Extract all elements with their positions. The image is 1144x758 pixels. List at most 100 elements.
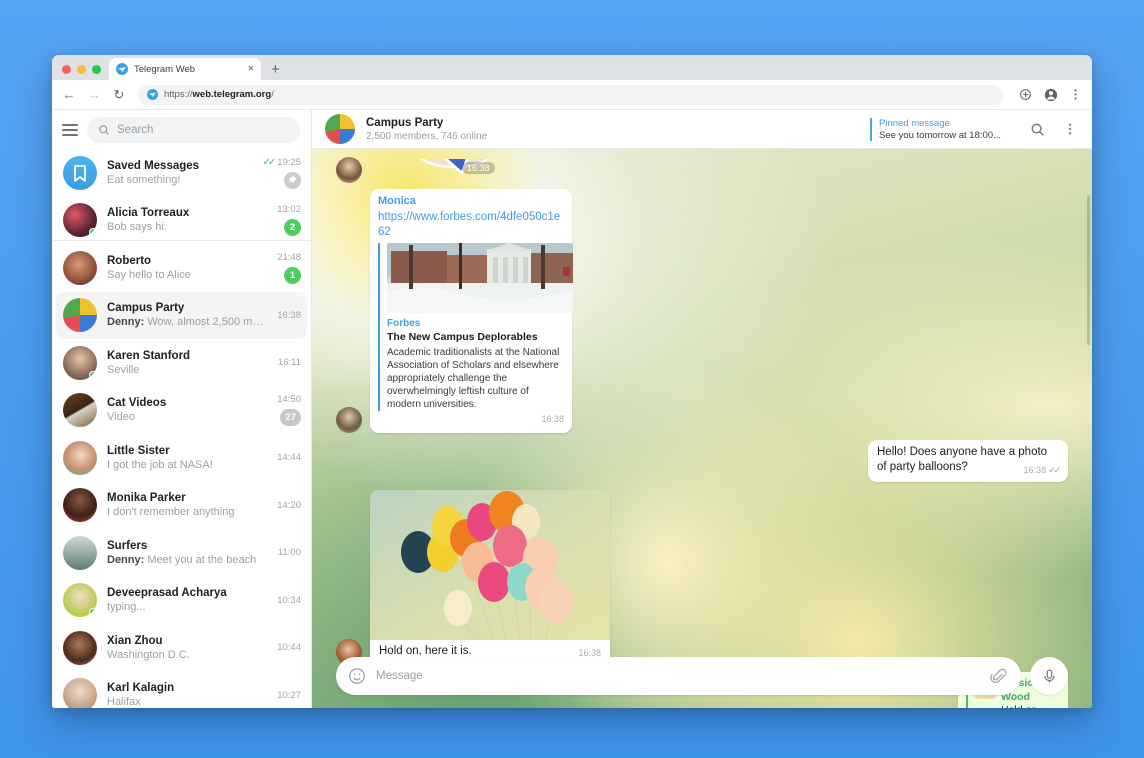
- pinned-label: Pinned message: [879, 117, 950, 129]
- reload-button[interactable]: ↻: [111, 87, 127, 103]
- close-tab-button[interactable]: ×: [248, 63, 254, 75]
- message-sticker[interactable]: 16:38: [336, 157, 1068, 183]
- telegram-favicon-icon: [116, 63, 128, 75]
- message-bubble[interactable]: Hold on, here it is. 16:38: [370, 490, 610, 665]
- avatar: [63, 203, 97, 238]
- message-input[interactable]: Message: [336, 657, 1021, 695]
- browser-tab[interactable]: Telegram Web ×: [109, 58, 261, 80]
- chat-list-item-monika-parker[interactable]: Monika Parker I don't remember anything …: [52, 482, 311, 530]
- search-input[interactable]: Search: [87, 116, 300, 143]
- message-link-preview[interactable]: Monica https://www.forbes.com/4dfe050c1e…: [336, 189, 1068, 433]
- kebab-menu-icon[interactable]: [1068, 87, 1083, 102]
- chat-list-item-karen-stanford[interactable]: Karen Stanford Seville 16:11: [52, 339, 311, 387]
- chat-time: 10:44: [277, 642, 301, 654]
- message-photo[interactable]: Hold on, here it is. 16:38: [336, 490, 1068, 665]
- maximize-window-button[interactable]: [92, 65, 101, 74]
- tab-title: Telegram Web: [134, 63, 196, 75]
- chat-avatar[interactable]: [325, 114, 355, 144]
- voice-record-button[interactable]: [1030, 657, 1068, 695]
- chat-time: 16:38: [277, 309, 301, 321]
- chat-time: 21:48: [277, 251, 301, 263]
- hamburger-menu-icon[interactable]: [62, 123, 78, 136]
- message-list: 16:38 Monica https://www.forbes.com/4dfe…: [312, 157, 1092, 708]
- chat-preview: Washington D.C.: [107, 648, 190, 661]
- chat-name: Alicia Torreaux: [107, 207, 190, 220]
- address-bar[interactable]: https://web.telegram.org/: [138, 84, 1003, 105]
- pinned-message[interactable]: Pinned message See you tomorrow at 18:00…: [870, 117, 1001, 141]
- chat-list-item-roberto[interactable]: Roberto Say hello to Alice 21:48 1: [52, 240, 311, 292]
- chat-list-item-little-sister[interactable]: Little Sister I got the job at NASA! 14:…: [52, 434, 311, 482]
- chat-list-item-deveeprasad-acharya[interactable]: Deveeprasad Acharya typing... 10:34: [52, 577, 311, 625]
- tab-strip: Telegram Web × +: [52, 55, 1092, 80]
- chat-list-item-karl-kalagin[interactable]: Karl Kalagin Halifax 10:27: [52, 672, 311, 708]
- chat-list-item-campus-party[interactable]: Campus Party Denny: Wow, almost 2,500 me…: [56, 291, 307, 339]
- chat-list-item-xian-zhou[interactable]: Xian Zhou Washington D.C. 10:44: [52, 624, 311, 672]
- message-outgoing-text[interactable]: Hello! Does anyone have a photo of party…: [336, 439, 1068, 483]
- chat-list-item-cat-videos[interactable]: Cat Videos Video 14:50 27: [52, 387, 311, 435]
- browser-toolbar: ← → ↻ https://web.telegram.org/: [52, 80, 1092, 110]
- chat-name: Karen Stanford: [107, 349, 191, 362]
- chat-time: 10:34: [277, 594, 301, 606]
- avatar[interactable]: [336, 157, 362, 183]
- chat-time: 14:44: [277, 452, 301, 464]
- chat-list[interactable]: Saved Messages Eat something! ✓✓ 19:25 A…: [52, 149, 311, 708]
- link-preview-image: [387, 243, 573, 314]
- online-indicator: [89, 608, 97, 617]
- chat-list-item-saved-messages[interactable]: Saved Messages Eat something! ✓✓ 19:25: [52, 149, 311, 197]
- composer: Message: [312, 654, 1092, 708]
- kebab-menu-icon[interactable]: [1061, 120, 1079, 138]
- chat-name: Xian Zhou: [107, 634, 163, 647]
- sidebar-header: Search: [52, 110, 311, 149]
- chat-name: Surfers: [107, 539, 148, 552]
- browser-window: Telegram Web × + ← → ↻ https://web.teleg…: [52, 55, 1092, 708]
- message-bubble[interactable]: Monica https://www.forbes.com/4dfe050c1e…: [370, 189, 573, 433]
- pinned-chat-icon: [284, 171, 301, 189]
- chat-time: 16:11: [277, 357, 301, 369]
- chat-name: Karl Kalagin: [107, 682, 175, 695]
- chat-preview: Denny: Meet you at the beach: [107, 553, 257, 566]
- chat-preview: Halifax: [107, 696, 141, 708]
- message-timestamp: 16:38: [1023, 465, 1047, 475]
- message-area[interactable]: 16:38 Monica https://www.forbes.com/4dfe…: [312, 149, 1092, 708]
- chat-name: Cat Videos: [107, 397, 167, 410]
- telegram-app: Search Saved Messages Eat something! ✓✓ 1…: [52, 110, 1092, 708]
- chat-name: Deveeprasad Acharya: [107, 587, 227, 600]
- chat-name: Little Sister: [107, 444, 170, 457]
- link-preview-description: Academic traditionalists at the National…: [387, 347, 560, 411]
- chat-preview: typing...: [107, 601, 146, 614]
- search-icon[interactable]: [1028, 120, 1046, 138]
- link-preview[interactable]: Forbes The New Campus Deplorables Academ…: [378, 243, 573, 412]
- avatar: [63, 393, 97, 428]
- chat-preview: Video: [107, 411, 135, 424]
- search-placeholder: Search: [117, 123, 154, 136]
- close-window-button[interactable]: [62, 65, 71, 74]
- balloons-photo[interactable]: [370, 490, 610, 641]
- unread-badge: 27: [280, 409, 301, 427]
- link-preview-site: Forbes: [387, 318, 421, 330]
- chat-preview: Eat something!: [107, 173, 181, 186]
- chat-list-item-alicia-torreaux[interactable]: Alicia Torreaux Bob says hi. 13:02 2: [52, 197, 311, 245]
- back-button[interactable]: ←: [61, 87, 77, 103]
- chat-title: Campus Party: [366, 116, 444, 129]
- paperclip-icon[interactable]: [990, 668, 1007, 685]
- new-tab-button[interactable]: +: [271, 62, 280, 77]
- chat-list-item-surfers[interactable]: Surfers Denny: Meet you at the beach 11:…: [52, 529, 311, 577]
- chat-name: Monika Parker: [107, 492, 186, 505]
- message-link[interactable]: https://www.forbes.com/4dfe050c1e62: [378, 210, 564, 241]
- emoji-icon[interactable]: [348, 667, 366, 685]
- forward-button[interactable]: →: [86, 87, 102, 103]
- read-checks-icon: ✓✓: [262, 156, 276, 168]
- search-icon: [99, 124, 109, 135]
- avatar[interactable]: [336, 406, 362, 433]
- read-checks-icon: ✓✓: [1048, 465, 1061, 476]
- message-sender: Monica: [378, 195, 416, 207]
- install-icon[interactable]: [1018, 87, 1033, 102]
- message-text: Hello! Does anyone have a photo of party…: [877, 445, 1048, 473]
- microphone-icon: [1043, 669, 1055, 683]
- message-bubble[interactable]: Hello! Does anyone have a photo of party…: [868, 439, 1068, 483]
- profile-icon[interactable]: [1043, 87, 1058, 102]
- site-favicon-icon: [147, 89, 158, 100]
- minimize-window-button[interactable]: [77, 65, 86, 74]
- message-placeholder: Message: [376, 670, 423, 682]
- avatar: [63, 155, 97, 190]
